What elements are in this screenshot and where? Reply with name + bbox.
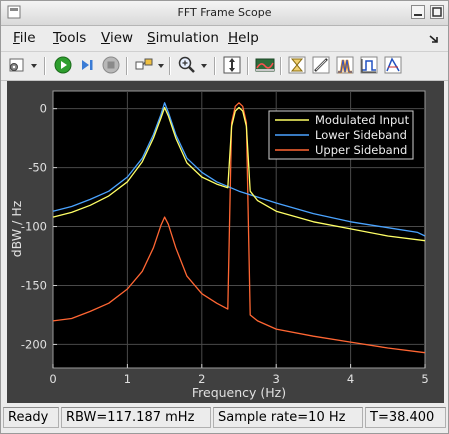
signal-statistics-icon[interactable] [383, 55, 403, 75]
x-tick-label: 3 [273, 372, 280, 386]
toolbar-separator [247, 57, 249, 75]
toolbar [1, 51, 448, 81]
x-tick-label: 5 [421, 372, 428, 386]
step-forward-icon[interactable] [77, 55, 97, 75]
status-rbw: RBW=117.187 mHz [61, 407, 211, 428]
restore-view-icon[interactable] [255, 55, 275, 75]
menu-simulation[interactable]: Simulation [147, 30, 219, 46]
x-tick-label: 4 [347, 372, 354, 386]
spectrum-plot[interactable]: 0 1 2 3 4 5 0 -50 -100 -150 -200 Frequency (Hz) dB… [7, 81, 444, 403]
configuration-dropdown-icon[interactable] [29, 55, 39, 75]
minimize-icon[interactable] [411, 5, 425, 19]
status-bar: Ready RBW=117.187 mHz Sample rate=10 Hz … [1, 405, 448, 433]
toolbar-separator [126, 57, 128, 75]
legend-label-lower: Lower Sideband [315, 128, 407, 142]
triggers-icon[interactable] [287, 55, 307, 75]
status-time: T=38.400 [365, 407, 446, 428]
zoom-dropdown-icon[interactable] [199, 55, 209, 75]
bilevel-measurements-icon[interactable] [359, 55, 379, 75]
menu-bar: File Tools View Simulation Help [1, 26, 448, 50]
dock-arrow-icon[interactable] [428, 33, 440, 45]
x-tick-label: 1 [124, 372, 131, 386]
toolbar-separator [169, 57, 171, 75]
highlight-block-icon[interactable] [134, 55, 154, 75]
y-axis-label: dBW / Hz [9, 200, 24, 257]
x-tick-label: 2 [198, 372, 205, 386]
status-sample-rate: Sample rate=10 Hz [213, 407, 363, 428]
stop-icon[interactable] [101, 55, 121, 75]
highlight-dropdown-icon[interactable] [156, 55, 166, 75]
y-tick-label: -50 [28, 161, 47, 175]
y-tick-label: 0 [40, 102, 47, 116]
menu-view[interactable]: View [101, 30, 133, 46]
toolbar-separator [214, 57, 216, 75]
title-bar[interactable]: FFT Frame Scope [1, 1, 448, 26]
zoom-in-icon[interactable] [177, 55, 197, 75]
x-tick-label: 0 [49, 372, 56, 386]
maximize-icon[interactable] [430, 5, 444, 19]
menu-tools[interactable]: Tools [53, 30, 86, 46]
plot-panel: 0 1 2 3 4 5 0 -50 -100 -150 -200 Frequency (Hz) dB… [7, 81, 444, 403]
y-tick-label: -100 [21, 220, 47, 234]
legend-label-upper: Upper Sideband [315, 143, 407, 157]
peak-finder-icon[interactable] [335, 55, 355, 75]
run-icon[interactable] [53, 55, 73, 75]
status-ready: Ready [3, 407, 59, 428]
toolbar-separator [280, 57, 282, 75]
cursor-measurements-icon[interactable] [311, 55, 331, 75]
menu-help[interactable]: Help [228, 30, 259, 46]
y-tick-label: -150 [21, 278, 47, 292]
scope-window: FFT Frame Scope File Tools View Simulati… [0, 0, 449, 434]
toolbar-separator [44, 57, 46, 75]
configuration-icon[interactable] [7, 55, 27, 75]
menu-file[interactable]: File [13, 30, 36, 46]
window-title: FFT Frame Scope [177, 6, 272, 19]
x-axis-label: Frequency (Hz) [192, 385, 286, 400]
autoscale-icon[interactable] [222, 55, 242, 75]
legend[interactable]: Modulated Input Lower Sideband Upper Sid… [268, 110, 414, 160]
y-tick-label: -200 [21, 337, 47, 351]
legend-label-modulated: Modulated Input [315, 113, 410, 127]
